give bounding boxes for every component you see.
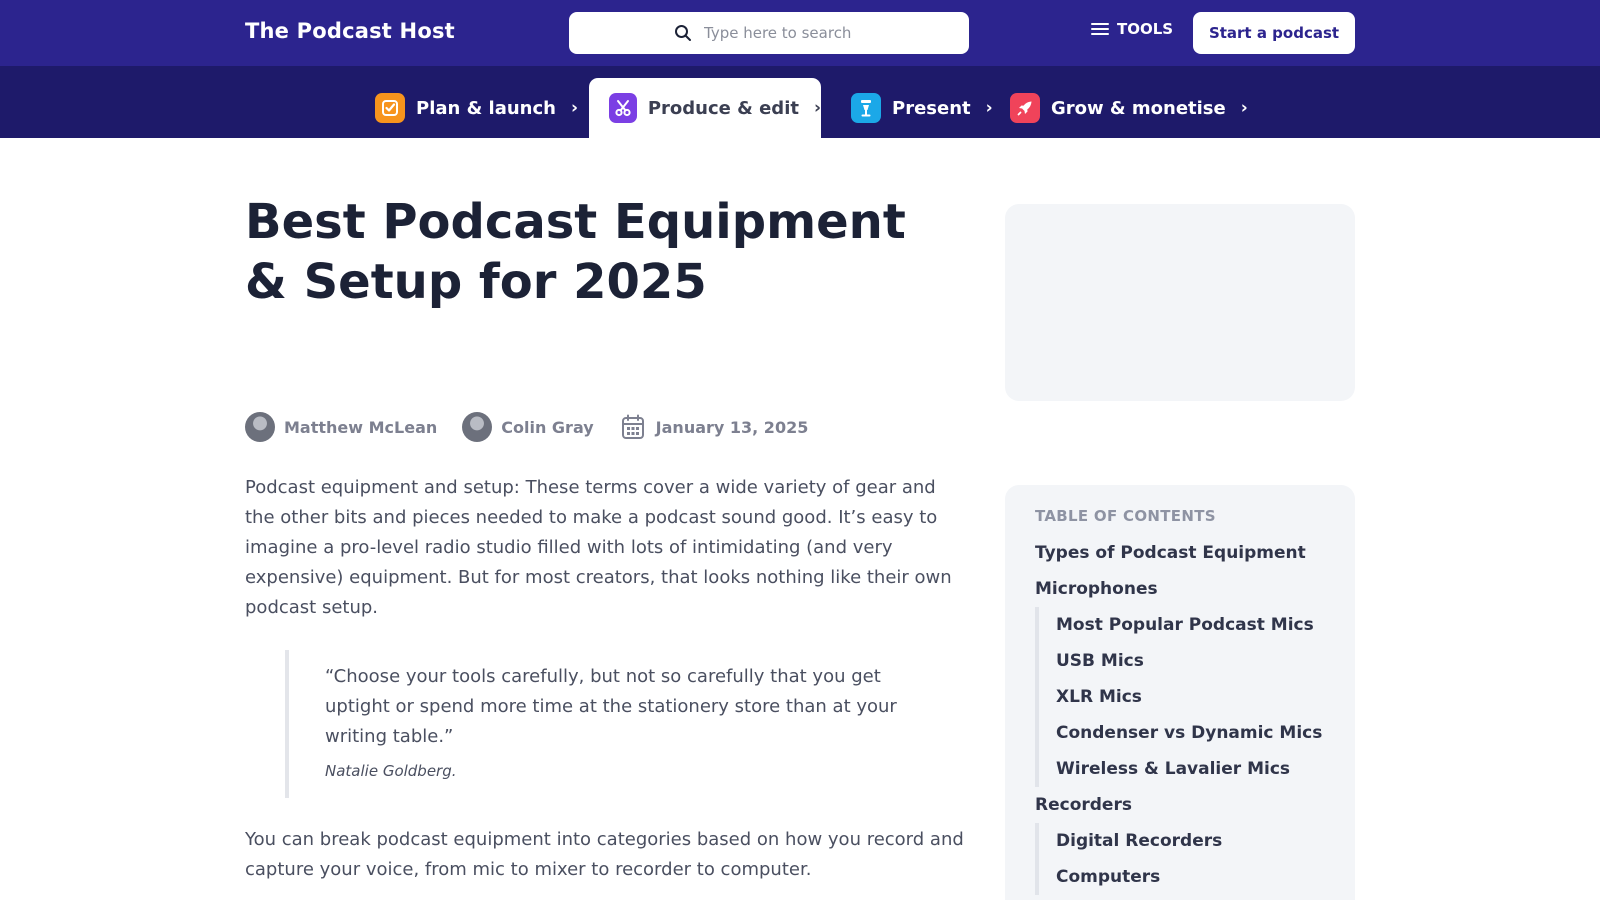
avatar <box>245 412 275 442</box>
nav-tab-label: Grow & monetise <box>1051 97 1226 119</box>
scissors-icon <box>609 93 637 123</box>
body-paragraph: You can break podcast equipment into cat… <box>245 829 964 880</box>
nav-tab-label: Present <box>892 97 971 119</box>
rocket-icon <box>1010 93 1040 123</box>
nav-tab-plan-launch[interactable]: Plan & launch › <box>375 78 578 138</box>
tools-menu-button[interactable]: TOOLS <box>1091 20 1173 38</box>
toc-subitem[interactable]: XLR Mics <box>1056 679 1325 715</box>
hamburger-menu-icon <box>1091 22 1109 36</box>
sidebar-ad-placeholder <box>1005 204 1355 401</box>
toc-subitem[interactable]: USB Mics <box>1056 643 1325 679</box>
toc-subitem[interactable]: Wireless & Lavalier Mics <box>1056 751 1325 787</box>
toc-item-recorders[interactable]: Recorders <box>1035 787 1325 823</box>
toc-subitem[interactable]: Computers <box>1056 859 1325 895</box>
site-logo[interactable]: The Podcast Host <box>245 19 455 43</box>
search-box[interactable] <box>569 12 969 54</box>
chevron-right-icon: › <box>1240 98 1248 118</box>
toc-heading: TABLE OF CONTENTS <box>1035 507 1216 525</box>
nav-tab-label: Produce & edit <box>647 97 799 119</box>
nav-tab-produce-edit[interactable]: Produce & edit › <box>589 78 821 138</box>
nav-tab-grow-monetise[interactable]: Grow & monetise › <box>1010 78 1248 138</box>
nav-tab-label: Plan & launch <box>416 97 556 119</box>
toc-item-types[interactable]: Types of Podcast Equipment <box>1035 535 1325 571</box>
toc-subitem[interactable]: Condenser vs Dynamic Mics <box>1056 715 1325 751</box>
search-icon <box>675 25 691 41</box>
microphone-stand-icon <box>851 93 881 123</box>
author-link-2[interactable]: Colin Gray <box>501 418 593 437</box>
toc-sublist-recorders: Digital Recorders Computers <box>1035 823 1325 895</box>
chevron-right-icon: › <box>813 98 821 118</box>
start-a-podcast-button[interactable]: Start a podcast <box>1193 12 1355 54</box>
article-title: Best Podcast Equipment & Setup for 2025 <box>245 194 906 310</box>
blockquote: “Choose your tools carefully, but not so… <box>285 650 925 798</box>
chevron-right-icon: › <box>570 98 578 118</box>
checkbox-icon <box>375 93 405 123</box>
quote-author: Natalie Goldberg. <box>325 762 457 780</box>
article-meta: Matthew McLean Colin Gray January 13, 20… <box>245 412 808 442</box>
author-link-1[interactable]: Matthew McLean <box>284 418 437 437</box>
table-of-contents: TABLE OF CONTENTS Types of Podcast Equip… <box>1005 485 1355 900</box>
toc-item-microphones[interactable]: Microphones <box>1035 571 1325 607</box>
site-header: The Podcast Host TOOLS Start a podcast <box>0 0 1600 66</box>
search-input[interactable] <box>704 19 954 47</box>
intro-paragraph: Podcast equipment and setup: These terms… <box>245 477 952 618</box>
publish-date: January 13, 2025 <box>655 417 809 437</box>
avatar <box>462 412 493 442</box>
toc-subitem[interactable]: Most Popular Podcast Mics <box>1056 607 1325 643</box>
nav-tab-present[interactable]: Present › <box>851 78 993 138</box>
category-nav: Plan & launch › Produce & edit › Present… <box>0 66 1600 138</box>
toc-subitem[interactable]: Digital Recorders <box>1056 823 1325 859</box>
calendar-icon <box>621 414 644 439</box>
quote-text: “Choose your tools carefully, but not so… <box>325 666 897 747</box>
tools-label: TOOLS <box>1117 20 1174 38</box>
toc-sublist-microphones: Most Popular Podcast Mics USB Mics XLR M… <box>1035 607 1325 787</box>
chevron-right-icon: › <box>985 98 993 118</box>
